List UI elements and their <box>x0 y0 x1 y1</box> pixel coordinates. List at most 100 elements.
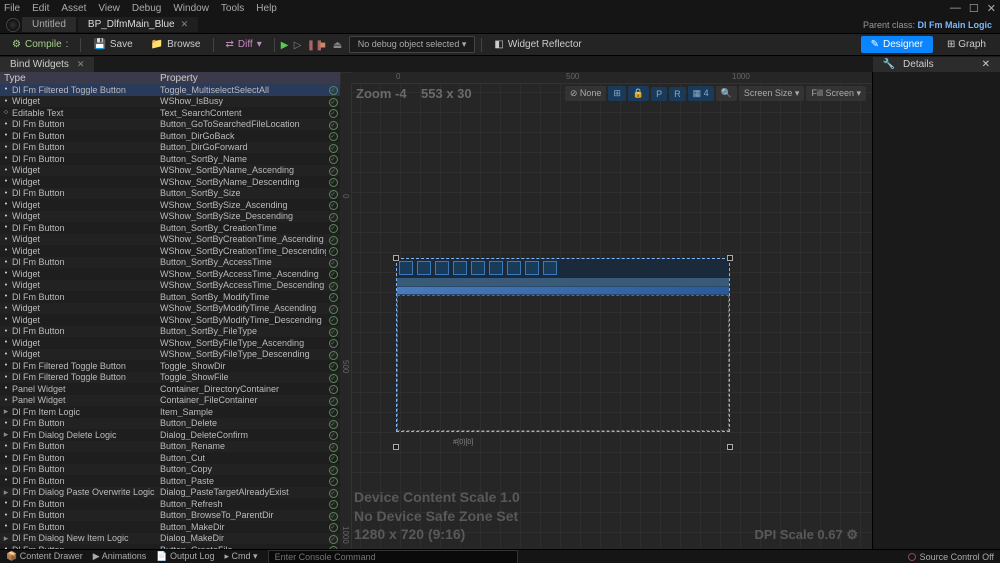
bind-row[interactable]: •Dl Fm ButtonButton_GoToSearchedFileLoca… <box>0 119 340 131</box>
eject-icon[interactable]: ⏏ <box>333 40 343 50</box>
designer-viewport[interactable]: 0 500 1000 1500 0 500 1000 Zoom -4 553 x… <box>340 72 872 549</box>
play-icon[interactable]: ▶ <box>281 40 291 50</box>
column-property[interactable]: Property <box>160 73 340 84</box>
bind-row[interactable]: •WidgetWShow_SortByAccessTime_Descending… <box>0 280 340 292</box>
bind-row[interactable]: •WidgetWShow_SortBySize_Ascending✓ <box>0 199 340 211</box>
widget-reflector-button[interactable]: ◧Widget Reflector <box>488 37 587 52</box>
bind-row[interactable]: •WidgetWShow_SortByFileType_Descending✓ <box>0 349 340 361</box>
expand-icon[interactable]: ▸ <box>0 487 12 498</box>
bind-row[interactable]: •WidgetWShow_SortByName_Ascending✓ <box>0 165 340 177</box>
menu-help[interactable]: Help <box>256 3 277 14</box>
bind-row[interactable]: •Dl Fm Filtered Toggle ButtonToggle_Mult… <box>0 84 340 96</box>
bind-row[interactable]: •WidgetWShow_SortByModifyTime_Descending… <box>0 314 340 326</box>
menu-tools[interactable]: Tools <box>221 3 244 14</box>
bind-row[interactable]: •Dl Fm ButtonButton_BrowseTo_ParentDir✓ <box>0 510 340 522</box>
bind-row[interactable]: •WidgetWShow_SortByAccessTime_Ascending✓ <box>0 268 340 280</box>
gear-icon[interactable]: ⚙ <box>846 527 858 542</box>
menu-asset[interactable]: Asset <box>61 3 86 14</box>
browse-button[interactable]: 📁Browse <box>145 37 207 52</box>
graph-mode-button[interactable]: ⊞ Graph <box>939 36 994 53</box>
bind-row[interactable]: •Dl Fm ButtonButton_Copy✓ <box>0 464 340 476</box>
bind-row[interactable]: ▸Dl Fm Item LogicItem_Sample✓ <box>0 406 340 418</box>
output-log-button[interactable]: 📄 Output Log <box>156 551 214 562</box>
bind-row[interactable]: •WidgetWShow_SortByCreationTime_Descendi… <box>0 245 340 257</box>
console-input[interactable] <box>268 550 518 563</box>
menu-edit[interactable]: Edit <box>32 3 49 14</box>
lock-button[interactable]: 🔒 <box>628 86 649 101</box>
bind-row[interactable]: •WidgetWShow_IsBusy✓ <box>0 96 340 108</box>
bind-row[interactable]: •WidgetWShow_SortByName_Descending✓ <box>0 176 340 188</box>
grid-button[interactable]: ▦ 4 <box>688 86 714 101</box>
screen-size-dropdown[interactable]: Screen Size ▾ <box>739 86 805 101</box>
bind-row[interactable]: •WidgetWShow_SortBySize_Descending✓ <box>0 211 340 223</box>
compile-button[interactable]: ⚙Compile : <box>6 37 74 52</box>
animations-button[interactable]: ▶ Animations <box>93 551 146 562</box>
widget-preview[interactable]: #{0}[0] <box>396 258 730 432</box>
menu-file[interactable]: File <box>4 3 20 14</box>
step-icon[interactable]: ▷ <box>294 40 304 50</box>
tab-bind-widgets[interactable]: Bind Widgets✕ <box>0 57 94 72</box>
expand-icon[interactable]: ▸ <box>0 533 12 544</box>
minimize-icon[interactable]: — <box>950 2 961 15</box>
zoom-button[interactable]: 🔍 <box>716 86 737 101</box>
close-tab-icon[interactable]: ✕ <box>982 59 990 70</box>
bind-row[interactable]: ○Editable TextText_SearchContent✓ <box>0 107 340 119</box>
bind-row[interactable]: •Dl Fm Filtered Toggle ButtonToggle_Show… <box>0 360 340 372</box>
bind-row[interactable]: •Dl Fm ButtonButton_Paste✓ <box>0 475 340 487</box>
bind-list[interactable]: •Dl Fm Filtered Toggle ButtonToggle_Mult… <box>0 84 340 549</box>
none-button[interactable]: ⊘ None <box>565 86 607 101</box>
bind-row[interactable]: •Panel WidgetContainer_DirectoryContaine… <box>0 383 340 395</box>
menu-window[interactable]: Window <box>173 3 209 14</box>
bind-row[interactable]: •Dl Fm ButtonButton_DirGoForward✓ <box>0 142 340 154</box>
expand-icon[interactable]: ▸ <box>0 429 12 440</box>
p-button[interactable]: P <box>651 87 667 101</box>
close-tab-icon[interactable]: ✕ <box>181 19 189 30</box>
tab-details[interactable]: 🔧Details✕ <box>873 57 1000 72</box>
bind-row[interactable]: •Dl Fm ButtonButton_Cut✓ <box>0 452 340 464</box>
resize-handle[interactable] <box>727 444 733 450</box>
maximize-icon[interactable]: ☐ <box>969 2 979 15</box>
bind-row[interactable]: •Dl Fm ButtonButton_SortBy_ModifyTime✓ <box>0 291 340 303</box>
designer-mode-button[interactable]: ✎Designer <box>861 36 933 53</box>
bind-row[interactable]: •Dl Fm ButtonButton_Delete✓ <box>0 418 340 430</box>
content-drawer-button[interactable]: 📦 Content Drawer <box>6 551 83 562</box>
diff-button[interactable]: ⇄Diff ▾ <box>220 37 268 52</box>
bind-row[interactable]: •Dl Fm ButtonButton_SortBy_CreationTime✓ <box>0 222 340 234</box>
pause-icon[interactable]: ❚❚ <box>307 40 317 50</box>
resize-handle[interactable] <box>727 255 733 261</box>
bind-row[interactable]: •Dl Fm ButtonButton_DirGoBack✓ <box>0 130 340 142</box>
bind-row[interactable]: •WidgetWShow_SortByCreationTime_Ascendin… <box>0 234 340 246</box>
bind-row[interactable]: •Dl Fm ButtonButton_Refresh✓ <box>0 498 340 510</box>
save-button[interactable]: 💾Save <box>87 37 138 52</box>
bind-row[interactable]: ▸Dl Fm Dialog Paste Overwrite LogicDialo… <box>0 487 340 499</box>
fill-screen-dropdown[interactable]: Fill Screen ▾ <box>806 86 866 101</box>
resize-handle[interactable] <box>393 444 399 450</box>
bind-row[interactable]: •Dl Fm ButtonButton_CreateFile✓ <box>0 544 340 549</box>
r-button[interactable]: R <box>669 87 686 101</box>
bind-row[interactable]: •WidgetWShow_SortByFileType_Ascending✓ <box>0 337 340 349</box>
menu-view[interactable]: View <box>98 3 120 14</box>
debug-object-dropdown[interactable]: No debug object selected ▾ <box>349 36 476 53</box>
bind-row[interactable]: •Panel WidgetContainer_FileContainer✓ <box>0 395 340 407</box>
bind-row[interactable]: •Dl Fm Filtered Toggle ButtonToggle_Show… <box>0 372 340 384</box>
cmd-label[interactable]: ▸ Cmd ▾ <box>224 551 257 562</box>
column-type[interactable]: Type <box>0 73 160 84</box>
tab-untitled[interactable]: Untitled <box>22 17 76 32</box>
bind-row[interactable]: •Dl Fm ButtonButton_MakeDir✓ <box>0 521 340 533</box>
bind-row[interactable]: •Dl Fm ButtonButton_SortBy_AccessTime✓ <box>0 257 340 269</box>
stop-icon[interactable]: ■ <box>320 40 330 50</box>
bind-row[interactable]: •Dl Fm ButtonButton_SortBy_FileType✓ <box>0 326 340 338</box>
anchor-button[interactable]: ⊞ <box>608 86 626 101</box>
close-icon[interactable]: ✕ <box>987 2 996 15</box>
bind-row[interactable]: •Dl Fm ButtonButton_SortBy_Name✓ <box>0 153 340 165</box>
close-tab-icon[interactable]: ✕ <box>77 59 85 70</box>
bind-row[interactable]: ▸Dl Fm Dialog New Item LogicDialog_MakeD… <box>0 533 340 545</box>
tab-blueprint[interactable]: BP_DlfmMain_Blue✕ <box>78 17 198 32</box>
bind-row[interactable]: •Dl Fm ButtonButton_SortBy_Size✓ <box>0 188 340 200</box>
bind-row[interactable]: •Dl Fm ButtonButton_Rename✓ <box>0 441 340 453</box>
bind-row[interactable]: ▸Dl Fm Dialog Delete LogicDialog_DeleteC… <box>0 429 340 441</box>
parent-class-link[interactable]: Dl Fm Main Logic <box>917 20 992 30</box>
expand-icon[interactable]: ▸ <box>0 406 12 417</box>
menu-debug[interactable]: Debug <box>132 3 161 14</box>
resize-handle[interactable] <box>393 255 399 261</box>
